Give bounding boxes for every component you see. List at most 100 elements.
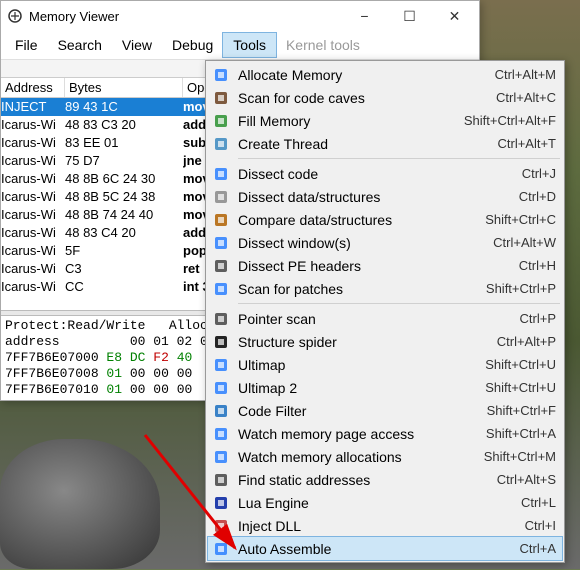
thread-icon xyxy=(210,134,232,154)
struct-icon xyxy=(210,187,232,207)
menu-item-label: Compare data/structures xyxy=(238,212,485,228)
menu-item-shortcut: Shift+Ctrl+M xyxy=(484,449,556,464)
menu-item-label: Dissect data/structures xyxy=(238,189,519,205)
menu-separator xyxy=(238,303,560,304)
menu-item-dissect-data-structures[interactable]: Dissect data/structuresCtrl+D xyxy=(208,185,562,208)
menu-item-find-static-addresses[interactable]: Find static addressesCtrl+Alt+S xyxy=(208,468,562,491)
menu-item-shortcut: Ctrl+A xyxy=(520,541,556,556)
menu-file[interactable]: File xyxy=(5,33,48,57)
filter-icon xyxy=(210,401,232,421)
menu-item-label: Code Filter xyxy=(238,403,487,419)
menu-item-scan-for-patches[interactable]: Scan for patchesShift+Ctrl+P xyxy=(208,277,562,300)
menu-search[interactable]: Search xyxy=(48,33,112,57)
menu-item-shortcut: Shift+Ctrl+Alt+F xyxy=(464,113,556,128)
menu-item-label: Create Thread xyxy=(238,136,497,152)
menu-item-inject-dll[interactable]: Inject DLLCtrl+I xyxy=(208,514,562,537)
fill-icon xyxy=(210,111,232,131)
menu-item-watch-memory-allocations[interactable]: Watch memory allocationsShift+Ctrl+M xyxy=(208,445,562,468)
menu-item-fill-memory[interactable]: Fill MemoryShift+Ctrl+Alt+F xyxy=(208,109,562,132)
menu-item-shortcut: Ctrl+D xyxy=(519,189,556,204)
spider-icon xyxy=(210,332,232,352)
menu-item-label: Auto Assemble xyxy=(238,541,520,557)
menu-item-shortcut: Shift+Ctrl+U xyxy=(485,357,556,372)
inject-icon xyxy=(210,516,232,536)
ring-icon xyxy=(210,164,232,184)
menu-item-code-filter[interactable]: Code FilterShift+Ctrl+F xyxy=(208,399,562,422)
menu-item-allocate-memory[interactable]: Allocate MemoryCtrl+Alt+M xyxy=(208,63,562,86)
menu-item-shortcut: Ctrl+Alt+M xyxy=(495,67,556,82)
menu-item-ultimap-2[interactable]: Ultimap 2Shift+Ctrl+U xyxy=(208,376,562,399)
menu-view[interactable]: View xyxy=(112,33,162,57)
menu-item-dissect-pe-headers[interactable]: Dissect PE headersCtrl+H xyxy=(208,254,562,277)
menu-item-shortcut: Ctrl+Alt+S xyxy=(497,472,556,487)
menu-item-shortcut: Ctrl+Alt+W xyxy=(493,235,556,250)
menu-tools[interactable]: Tools xyxy=(223,33,276,57)
patch-scan-icon xyxy=(210,279,232,299)
menubar: File Search View Debug Tools Kernel tool… xyxy=(1,31,479,60)
menu-item-shortcut: Ctrl+H xyxy=(519,258,556,273)
menu-item-label: Structure spider xyxy=(238,334,497,350)
menu-item-ultimap[interactable]: UltimapShift+Ctrl+U xyxy=(208,353,562,376)
find-icon xyxy=(210,470,232,490)
compare-icon xyxy=(210,210,232,230)
menu-item-shortcut: Ctrl+Alt+P xyxy=(497,334,556,349)
col-header-address[interactable]: Address xyxy=(1,78,65,97)
pe-icon xyxy=(210,256,232,276)
menu-item-label: Scan for patches xyxy=(238,281,486,297)
background-rock xyxy=(0,439,160,569)
menu-item-dissect-code[interactable]: Dissect codeCtrl+J xyxy=(208,162,562,185)
menu-item-shortcut: Shift+Ctrl+C xyxy=(485,212,556,227)
menu-item-shortcut: Ctrl+Alt+C xyxy=(496,90,556,105)
ultimap-icon xyxy=(210,355,232,375)
menu-item-shortcut: Ctrl+Alt+T xyxy=(497,136,556,151)
menu-item-label: Allocate Memory xyxy=(238,67,495,83)
assemble-icon xyxy=(210,539,232,559)
menu-item-shortcut: Shift+Ctrl+U xyxy=(485,380,556,395)
close-button[interactable]: ✕ xyxy=(432,2,477,30)
menu-item-create-thread[interactable]: Create ThreadCtrl+Alt+T xyxy=(208,132,562,155)
menu-item-scan-for-code-caves[interactable]: Scan for code cavesCtrl+Alt+C xyxy=(208,86,562,109)
magnifier-icon xyxy=(210,233,232,253)
menu-item-label: Dissect PE headers xyxy=(238,258,519,274)
binoculars-icon xyxy=(210,88,232,108)
menu-item-watch-memory-page-access[interactable]: Watch memory page accessShift+Ctrl+A xyxy=(208,422,562,445)
app-icon xyxy=(7,8,23,24)
menu-item-shortcut: Ctrl+J xyxy=(522,166,556,181)
menu-item-shortcut: Shift+Ctrl+F xyxy=(487,403,556,418)
menu-item-label: Pointer scan xyxy=(238,311,520,327)
eye-icon xyxy=(210,447,232,467)
menu-item-label: Watch memory page access xyxy=(238,426,486,442)
menu-item-label: Lua Engine xyxy=(238,495,521,511)
ultimap2-icon xyxy=(210,378,232,398)
menu-item-structure-spider[interactable]: Structure spiderCtrl+Alt+P xyxy=(208,330,562,353)
plus-box-icon xyxy=(210,65,232,85)
maximize-button[interactable]: ☐ xyxy=(387,2,432,30)
menu-item-shortcut: Ctrl+L xyxy=(521,495,556,510)
menu-item-shortcut: Shift+Ctrl+A xyxy=(486,426,556,441)
lua-icon xyxy=(210,493,232,513)
eye-icon xyxy=(210,424,232,444)
menu-item-lua-engine[interactable]: Lua EngineCtrl+L xyxy=(208,491,562,514)
menu-item-dissect-window-s-[interactable]: Dissect window(s)Ctrl+Alt+W xyxy=(208,231,562,254)
menu-item-pointer-scan[interactable]: Pointer scanCtrl+P xyxy=(208,307,562,330)
menu-item-label: Inject DLL xyxy=(238,518,525,534)
menu-item-shortcut: Ctrl+P xyxy=(520,311,556,326)
menu-kernel[interactable]: Kernel tools xyxy=(276,33,370,57)
menu-separator xyxy=(238,158,560,159)
menu-item-label: Scan for code caves xyxy=(238,90,496,106)
menu-item-label: Ultimap 2 xyxy=(238,380,485,396)
menu-item-label: Watch memory allocations xyxy=(238,449,484,465)
menu-item-label: Dissect window(s) xyxy=(238,235,493,251)
menu-item-auto-assemble[interactable]: Auto AssembleCtrl+A xyxy=(208,537,562,560)
menu-item-label: Find static addresses xyxy=(238,472,497,488)
minimize-button[interactable]: − xyxy=(342,2,387,30)
menu-item-compare-data-structures[interactable]: Compare data/structuresShift+Ctrl+C xyxy=(208,208,562,231)
menu-item-shortcut: Ctrl+I xyxy=(525,518,556,533)
pointer-icon xyxy=(210,309,232,329)
window-title: Memory Viewer xyxy=(29,9,342,24)
col-header-bytes[interactable]: Bytes xyxy=(65,78,183,97)
titlebar[interactable]: Memory Viewer − ☐ ✕ xyxy=(1,1,479,31)
menu-debug[interactable]: Debug xyxy=(162,33,223,57)
tools-dropdown: Allocate MemoryCtrl+Alt+MScan for code c… xyxy=(205,60,565,563)
menu-item-shortcut: Shift+Ctrl+P xyxy=(486,281,556,296)
